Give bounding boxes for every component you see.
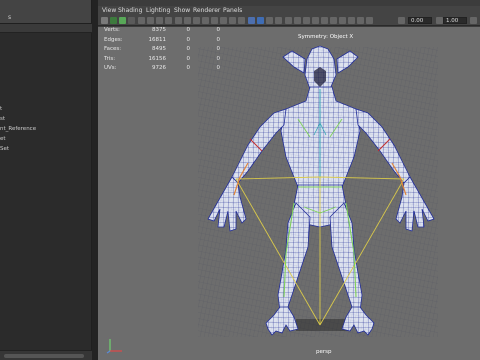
xray-joints-icon[interactable] <box>266 17 273 24</box>
axis-gizmo <box>106 339 122 354</box>
outliner-item[interactable] <box>0 34 92 44</box>
gamma-settings-icon[interactable] <box>436 17 443 24</box>
menu-show[interactable]: Show <box>174 7 190 14</box>
image-plane-icon[interactable] <box>128 17 135 24</box>
color-management-icon[interactable] <box>348 17 355 24</box>
menu-renderer[interactable]: Renderer <box>193 7 220 14</box>
hud-icon[interactable] <box>357 17 364 24</box>
backface-culling-icon[interactable] <box>275 17 282 24</box>
lights-icon[interactable] <box>229 17 236 24</box>
exposure-settings-icon[interactable] <box>398 17 405 24</box>
outliner-item[interactable] <box>0 54 92 64</box>
outliner-item[interactable] <box>0 64 92 74</box>
isolate-select-icon[interactable] <box>285 17 292 24</box>
panel-toolbar: 0.00 1.00 <box>98 15 480 26</box>
outliner-filter-bar[interactable] <box>0 24 92 33</box>
outliner-item[interactable] <box>0 84 92 94</box>
outliner-item[interactable] <box>0 74 92 84</box>
outliner-item[interactable]: st <box>0 114 92 124</box>
3d-viewport[interactable]: Verts: 8375 0 0 Edges: 16811 0 0 Faces: 8495 0 0 … <box>98 27 480 360</box>
bookmark-icon[interactable] <box>119 17 126 24</box>
xray-icon[interactable] <box>257 17 264 24</box>
menu-lighting[interactable]: Lighting <box>146 7 170 14</box>
menu-shading[interactable]: Shading <box>118 7 142 14</box>
film-gate-icon[interactable] <box>147 17 154 24</box>
outliner-list: t st nt_Reference et Set <box>0 34 92 154</box>
antialiasing-icon[interactable] <box>312 17 319 24</box>
mesh-body[interactable] <box>198 45 438 337</box>
view-transform-icon[interactable] <box>470 17 477 24</box>
menu-panels[interactable]: Panels <box>223 7 242 14</box>
viewport-panel: View Shading Lighting Show Renderer Pane… <box>98 0 480 360</box>
creature-model[interactable] <box>98 27 480 360</box>
depth-of-field-icon[interactable] <box>321 17 328 24</box>
safe-action-icon[interactable] <box>184 17 191 24</box>
outliner-panel: s t st nt_Reference et Set <box>0 0 92 360</box>
gamma-field[interactable]: 1.00 <box>443 17 467 24</box>
wireframe-on-shaded-icon[interactable] <box>248 17 255 24</box>
grid-icon[interactable] <box>138 17 145 24</box>
outliner-header: s <box>0 0 91 24</box>
select-camera-icon[interactable] <box>101 17 108 24</box>
outliner-item[interactable] <box>0 44 92 54</box>
safe-title-icon[interactable] <box>193 17 200 24</box>
outliner-item[interactable]: Set <box>0 144 92 154</box>
smooth-shade-icon[interactable] <box>211 17 218 24</box>
outliner-scrollbar[interactable] <box>0 350 92 360</box>
exposure-icon[interactable] <box>330 17 337 24</box>
scrollbar-thumb[interactable] <box>4 354 84 358</box>
outliner-item[interactable]: et <box>0 134 92 144</box>
camera-attributes-icon[interactable] <box>110 17 117 24</box>
ambient-occlusion-icon[interactable] <box>294 17 301 24</box>
outliner-item[interactable] <box>0 94 92 104</box>
shadows-icon[interactable] <box>238 17 245 24</box>
isolate-icon[interactable] <box>366 17 373 24</box>
textured-icon[interactable] <box>220 17 227 24</box>
resolution-gate-icon[interactable] <box>156 17 163 24</box>
outliner-title: s <box>8 14 12 21</box>
outliner-item[interactable]: t <box>0 104 92 114</box>
camera-name-label: persp <box>316 349 332 355</box>
motion-blur-icon[interactable] <box>303 17 310 24</box>
menu-view[interactable]: View <box>102 7 116 14</box>
gate-mask-icon[interactable] <box>165 17 172 24</box>
outliner-item[interactable]: nt_Reference <box>0 124 92 134</box>
exposure-field[interactable]: 0.00 <box>408 17 432 24</box>
wireframe-icon[interactable] <box>202 17 209 24</box>
gamma-icon[interactable] <box>339 17 346 24</box>
field-chart-icon[interactable] <box>175 17 182 24</box>
